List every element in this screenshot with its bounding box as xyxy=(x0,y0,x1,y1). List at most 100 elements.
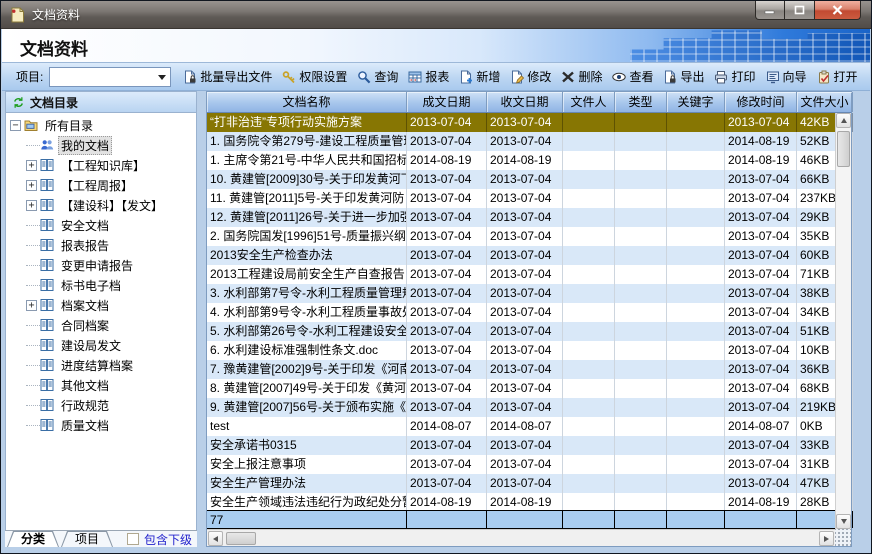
horizontal-scroll-thumb[interactable] xyxy=(226,532,256,545)
table-cell: 2013-07-04 xyxy=(407,379,487,398)
tree-item[interactable]: +【工程周报】 xyxy=(6,175,196,195)
tree-item[interactable]: 报表报告 xyxy=(6,235,196,255)
table-row[interactable]: 4. 水利部第9号令-水利工程质量事故处2013-07-042013-07-04… xyxy=(207,303,851,322)
add-button[interactable]: 新增 xyxy=(459,68,500,85)
project-select[interactable] xyxy=(49,67,171,87)
tree-item[interactable]: 我的文档 xyxy=(6,135,196,155)
tree-item[interactable]: 标书电子档 xyxy=(6,275,196,295)
print-button[interactable]: 打印 xyxy=(714,68,755,85)
expand-icon[interactable]: + xyxy=(26,300,37,311)
panel-splitter[interactable] xyxy=(197,91,206,547)
tab-分类[interactable]: 分类 xyxy=(7,531,59,547)
table-row[interactable]: 3. 水利部第7号令-水利工程质量管理规2013-07-042013-07-04… xyxy=(207,284,851,303)
table-cell: 2013-07-04 xyxy=(487,341,563,360)
horizontal-scrollbar[interactable] xyxy=(207,529,835,546)
table-cell: 2013-07-04 xyxy=(725,113,797,132)
expand-icon[interactable]: + xyxy=(26,200,37,211)
scroll-right-button[interactable] xyxy=(819,531,834,546)
vertical-scrollbar[interactable] xyxy=(835,113,851,529)
table-cell: 11. 黄建管[2011]5号-关于印发黄河防 xyxy=(207,189,407,208)
tree-item[interactable]: +【建设科】【发文】 xyxy=(6,195,196,215)
column-header[interactable]: 文件人 xyxy=(563,92,615,112)
table-cell: 安全生产管理办法 xyxy=(207,474,407,493)
tree-item[interactable]: 合同档案 xyxy=(6,315,196,335)
wizard-button[interactable]: 向导 xyxy=(766,68,807,85)
column-header[interactable]: 成文日期 xyxy=(407,92,487,112)
table-cell xyxy=(563,398,615,417)
table-header-row[interactable]: 文档名称成文日期收文日期文件人类型关键字修改时间文件大小 xyxy=(207,92,851,113)
column-header[interactable]: 文件大小 xyxy=(797,92,853,112)
minimize-button[interactable] xyxy=(755,1,785,20)
maximize-button[interactable] xyxy=(785,1,815,20)
table-row[interactable]: 5. 水利部第26号令-水利工程建设安全2013-07-042013-07-04… xyxy=(207,322,851,341)
table-row[interactable]: 安全承诺书03152013-07-042013-07-042013-07-043… xyxy=(207,436,851,455)
table-cell: 2014-08-19 xyxy=(487,151,563,170)
wizard-icon xyxy=(766,70,780,84)
delete-button[interactable]: 删除 xyxy=(561,68,602,85)
export-button[interactable]: 导出 xyxy=(663,68,704,85)
table-row[interactable]: test2014-08-072014-08-072014-08-070KB xyxy=(207,417,851,436)
table-row[interactable]: 8. 黄建管[2007]49号-关于印发《黄河2013-07-042013-07… xyxy=(207,379,851,398)
collapse-icon[interactable]: − xyxy=(10,120,21,131)
table-cell xyxy=(667,284,725,303)
include-sublevel-checkbox[interactable] xyxy=(127,533,139,545)
toolbar-buttons: 批量导出文件权限设置查询报表新增修改删除查看导出打印向导打开 xyxy=(183,68,857,85)
column-header[interactable]: 类型 xyxy=(615,92,667,112)
table-cell: 2014-08-07 xyxy=(487,417,563,436)
column-header[interactable]: 修改时间 xyxy=(725,92,797,112)
table-cell: 2013-07-04 xyxy=(725,474,797,493)
expand-icon[interactable]: + xyxy=(26,180,37,191)
tree-item[interactable]: 质量文档 xyxy=(6,415,196,435)
tree-item[interactable]: 变更申请报告 xyxy=(6,255,196,275)
tree-item[interactable]: 进度结算档案 xyxy=(6,355,196,375)
tree-item[interactable]: 行政规范 xyxy=(6,395,196,415)
batch-export-files-button[interactable]: 批量导出文件 xyxy=(183,68,272,85)
view-button[interactable]: 查看 xyxy=(612,68,653,85)
scroll-up-button[interactable] xyxy=(836,113,851,128)
report-button[interactable]: 报表 xyxy=(408,68,449,85)
scroll-down-button[interactable] xyxy=(836,514,851,529)
scroll-left-button[interactable] xyxy=(208,531,223,546)
table-cell: 2013-07-04 xyxy=(407,170,487,189)
column-header[interactable]: 文档名称 xyxy=(207,92,407,112)
permission-settings-button[interactable]: 权限设置 xyxy=(282,68,347,85)
table-cell xyxy=(563,379,615,398)
table-row[interactable]: 12. 黄建管[2011]26号-关于进一步加强2013-07-042013-0… xyxy=(207,208,851,227)
table-row[interactable]: 2013工程建设局前安全生产自查报告2013-07-042013-07-0420… xyxy=(207,265,851,284)
table-row[interactable]: 2013安全生产检查办法2013-07-042013-07-042013-07-… xyxy=(207,246,851,265)
tree-item[interactable]: 建设局发文 xyxy=(6,335,196,355)
tab-label: 分类 xyxy=(7,531,59,547)
table-cell: 2013-07-04 xyxy=(407,265,487,284)
table-row[interactable]: 6. 水利建设标准强制性条文.doc2013-07-042013-07-0420… xyxy=(207,341,851,360)
table-row[interactable]: 安全生产管理办法2013-07-042013-07-042013-07-0447… xyxy=(207,474,851,493)
table-row[interactable]: 安全上报注意事项2013-07-042013-07-042013-07-0431… xyxy=(207,455,851,474)
modify-button[interactable]: 修改 xyxy=(510,68,551,85)
tree-item[interactable]: 其他文档 xyxy=(6,375,196,395)
table-row[interactable]: “打非治违”专项行动实施方案2013-07-042013-07-042013-0… xyxy=(207,113,851,132)
book-icon xyxy=(40,158,54,172)
table-row[interactable]: 1. 主席令第21号-中华人民共和国招标2014-08-192014-08-19… xyxy=(207,151,851,170)
tree-item[interactable]: −所有目录 xyxy=(6,115,196,135)
tab-项目[interactable]: 项目 xyxy=(61,531,113,547)
table-row[interactable]: 2. 国务院国发[1996]51号-质量振兴纲2013-07-042013-07… xyxy=(207,227,851,246)
table-row[interactable]: 10. 黄建管[2009]30号-关于印发黄河下2013-07-042013-0… xyxy=(207,170,851,189)
column-header[interactable]: 关键字 xyxy=(667,92,725,112)
column-header[interactable]: 收文日期 xyxy=(487,92,563,112)
resize-grip[interactable] xyxy=(835,529,851,546)
table-row[interactable]: 1. 国务院令第279号-建设工程质量管理2013-07-042013-07-0… xyxy=(207,132,851,151)
close-button[interactable] xyxy=(815,1,861,20)
table-row[interactable]: 7. 豫黄建管[2002]9号-关于印发《河南2013-07-042013-07… xyxy=(207,360,851,379)
titlebar[interactable]: 文档资料 xyxy=(1,1,871,29)
table-cell: 2013-07-04 xyxy=(407,436,487,455)
vertical-scroll-thumb[interactable] xyxy=(837,131,850,167)
table-cell: 2013-07-04 xyxy=(407,341,487,360)
expand-icon[interactable]: + xyxy=(26,160,37,171)
table-row[interactable]: 11. 黄建管[2011]5号-关于印发黄河防2013-07-042013-07… xyxy=(207,189,851,208)
open-button[interactable]: 打开 xyxy=(817,68,858,85)
query-button[interactable]: 查询 xyxy=(357,68,398,85)
refresh-icon[interactable] xyxy=(12,96,25,109)
tree-item[interactable]: 安全文档 xyxy=(6,215,196,235)
table-row[interactable]: 9. 黄建管[2007]56号-关于颁布实施《2013-07-042013-07… xyxy=(207,398,851,417)
tree-item[interactable]: +档案文档 xyxy=(6,295,196,315)
tree-item[interactable]: +【工程知识库】 xyxy=(6,155,196,175)
